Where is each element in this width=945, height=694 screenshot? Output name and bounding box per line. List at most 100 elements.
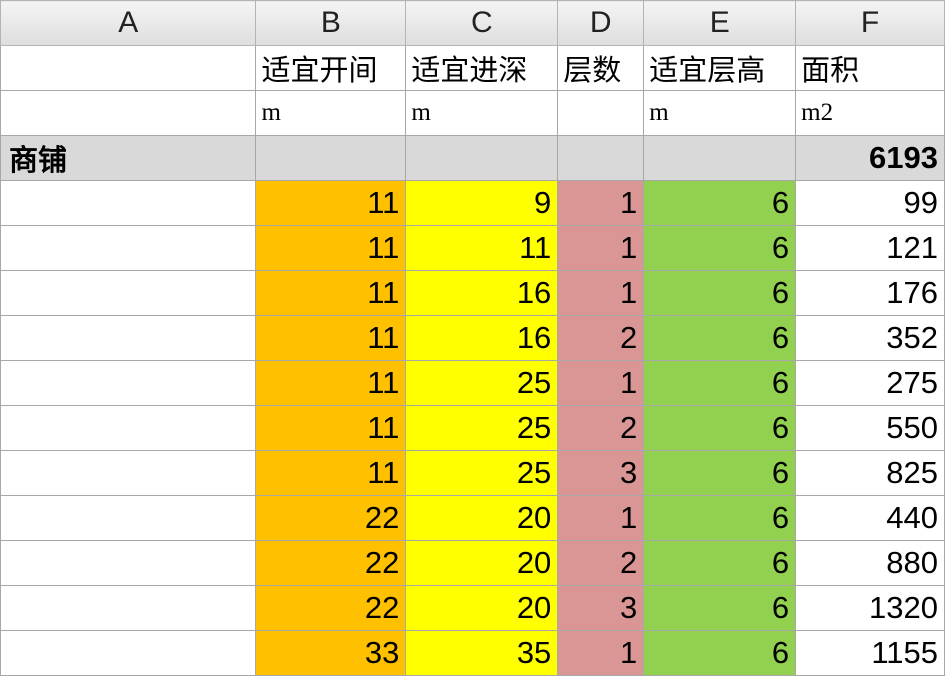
- cell-a[interactable]: [0, 225, 257, 271]
- cell-depth[interactable]: 25: [405, 360, 559, 406]
- table-row: 33 35 1 6 1155: [0, 630, 945, 676]
- cell-floor-height[interactable]: 6: [643, 225, 797, 271]
- cell-width[interactable]: 22: [255, 585, 407, 631]
- cell-floor-height[interactable]: 6: [643, 405, 797, 451]
- cell-floor-height[interactable]: 6: [643, 180, 797, 226]
- header-cell-area[interactable]: 面积: [795, 45, 945, 91]
- cell-width[interactable]: 11: [255, 360, 407, 406]
- cell-a[interactable]: [0, 540, 257, 586]
- cell-a[interactable]: [0, 630, 257, 676]
- cell-floor-height[interactable]: 6: [643, 360, 797, 406]
- unit-cell-area[interactable]: m2: [795, 90, 945, 136]
- unit-cell-a[interactable]: [0, 90, 257, 136]
- section-cell-c[interactable]: [405, 135, 559, 181]
- table-row: 11 16 1 6 176: [0, 270, 945, 316]
- header-cell-floors[interactable]: 层数: [557, 45, 645, 91]
- cell-a[interactable]: [0, 585, 257, 631]
- cell-a[interactable]: [0, 180, 257, 226]
- cell-area[interactable]: 99: [795, 180, 945, 226]
- cell-floors[interactable]: 1: [557, 225, 645, 271]
- cell-floors[interactable]: 2: [557, 405, 645, 451]
- cell-depth[interactable]: 20: [405, 585, 559, 631]
- table-row: 11 11 1 6 121: [0, 225, 945, 271]
- cell-depth[interactable]: 16: [405, 270, 559, 316]
- cell-area[interactable]: 352: [795, 315, 945, 361]
- section-label[interactable]: 商铺: [0, 135, 257, 181]
- cell-depth[interactable]: 11: [405, 225, 559, 271]
- cell-depth[interactable]: 16: [405, 315, 559, 361]
- column-header-d[interactable]: D: [557, 0, 645, 46]
- unit-cell-width[interactable]: m: [255, 90, 407, 136]
- cell-floors[interactable]: 3: [557, 585, 645, 631]
- cell-floors[interactable]: 1: [557, 630, 645, 676]
- cell-depth[interactable]: 9: [405, 180, 559, 226]
- cell-area[interactable]: 176: [795, 270, 945, 316]
- section-cell-e[interactable]: [643, 135, 797, 181]
- cell-a[interactable]: [0, 360, 257, 406]
- cell-floor-height[interactable]: 6: [643, 270, 797, 316]
- cell-depth[interactable]: 20: [405, 540, 559, 586]
- cell-area[interactable]: 880: [795, 540, 945, 586]
- cell-depth[interactable]: 25: [405, 450, 559, 496]
- cell-area[interactable]: 825: [795, 450, 945, 496]
- cell-width[interactable]: 33: [255, 630, 407, 676]
- cell-depth[interactable]: 35: [405, 630, 559, 676]
- unit-cell-floors[interactable]: [557, 90, 645, 136]
- cell-floor-height[interactable]: 6: [643, 585, 797, 631]
- cell-width[interactable]: 11: [255, 315, 407, 361]
- cell-area[interactable]: 275: [795, 360, 945, 406]
- table-row: 11 25 2 6 550: [0, 405, 945, 451]
- cell-a[interactable]: [0, 315, 257, 361]
- cell-floors[interactable]: 2: [557, 315, 645, 361]
- cell-width[interactable]: 11: [255, 450, 407, 496]
- header-cell-a[interactable]: [0, 45, 257, 91]
- header-cell-floor-height[interactable]: 适宜层高: [643, 45, 797, 91]
- unit-cell-depth[interactable]: m: [405, 90, 559, 136]
- spreadsheet-grid: A B C D E F 适宜开间 适宜进深 层数 适宜层高 面积 m m m m…: [0, 0, 945, 676]
- header-cell-width[interactable]: 适宜开间: [255, 45, 407, 91]
- cell-width[interactable]: 11: [255, 270, 407, 316]
- cell-a[interactable]: [0, 450, 257, 496]
- cell-width[interactable]: 11: [255, 405, 407, 451]
- cell-floors[interactable]: 2: [557, 540, 645, 586]
- cell-floor-height[interactable]: 6: [643, 495, 797, 541]
- cell-floor-height[interactable]: 6: [643, 450, 797, 496]
- cell-floors[interactable]: 1: [557, 360, 645, 406]
- cell-a[interactable]: [0, 495, 257, 541]
- column-header-a[interactable]: A: [0, 0, 257, 46]
- column-header-e[interactable]: E: [643, 0, 797, 46]
- units-row: m m m m2: [0, 90, 945, 136]
- cell-area[interactable]: 550: [795, 405, 945, 451]
- cell-a[interactable]: [0, 270, 257, 316]
- cell-area[interactable]: 1320: [795, 585, 945, 631]
- header-row: 适宜开间 适宜进深 层数 适宜层高 面积: [0, 45, 945, 91]
- section-row-shops: 商铺 6193: [0, 135, 945, 181]
- column-header-f[interactable]: F: [795, 0, 945, 46]
- table-row: 11 25 3 6 825: [0, 450, 945, 496]
- column-header-row: A B C D E F: [0, 0, 945, 46]
- section-cell-b[interactable]: [255, 135, 407, 181]
- cell-width[interactable]: 22: [255, 540, 407, 586]
- cell-width[interactable]: 11: [255, 225, 407, 271]
- column-header-c[interactable]: C: [405, 0, 559, 46]
- cell-area[interactable]: 440: [795, 495, 945, 541]
- section-cell-d[interactable]: [557, 135, 645, 181]
- cell-floors[interactable]: 1: [557, 270, 645, 316]
- column-header-b[interactable]: B: [255, 0, 407, 46]
- section-total-area[interactable]: 6193: [795, 135, 945, 181]
- cell-floors[interactable]: 3: [557, 450, 645, 496]
- cell-width[interactable]: 11: [255, 180, 407, 226]
- cell-floor-height[interactable]: 6: [643, 630, 797, 676]
- cell-floor-height[interactable]: 6: [643, 540, 797, 586]
- cell-depth[interactable]: 20: [405, 495, 559, 541]
- cell-floors[interactable]: 1: [557, 495, 645, 541]
- cell-depth[interactable]: 25: [405, 405, 559, 451]
- cell-a[interactable]: [0, 405, 257, 451]
- cell-width[interactable]: 22: [255, 495, 407, 541]
- cell-area[interactable]: 1155: [795, 630, 945, 676]
- cell-floors[interactable]: 1: [557, 180, 645, 226]
- unit-cell-floor-height[interactable]: m: [643, 90, 797, 136]
- header-cell-depth[interactable]: 适宜进深: [405, 45, 559, 91]
- cell-area[interactable]: 121: [795, 225, 945, 271]
- cell-floor-height[interactable]: 6: [643, 315, 797, 361]
